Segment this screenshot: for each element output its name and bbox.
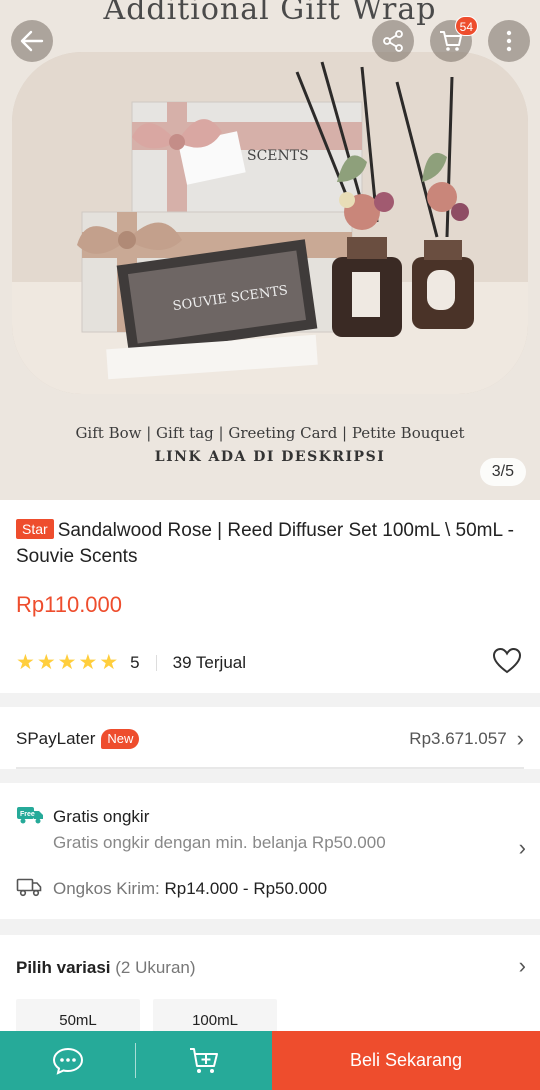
free-shipping-desc: Gratis ongkir dengan min. belanja Rp50.0… bbox=[53, 833, 386, 852]
sold-count: 39 Terjual bbox=[172, 652, 247, 672]
product-price: Rp110.000 bbox=[16, 592, 123, 617]
shipping-cost-value: Rp14.000 - Rp50.000 bbox=[164, 879, 328, 898]
share-button[interactable] bbox=[372, 20, 414, 62]
product-title-text: Sandalwood Rose | Reed Diffuser Set 100m… bbox=[16, 520, 514, 567]
cart-count-badge: 54 bbox=[454, 16, 478, 36]
product-page: Additional Gift Wrap SCENTS SOUVIE SCENT… bbox=[0, 0, 540, 1090]
cart-button[interactable]: 54 bbox=[430, 16, 478, 62]
paylater-row[interactable]: SPayLater New Rp3.671.057 › bbox=[16, 726, 524, 752]
star-icon: ★ bbox=[78, 651, 98, 674]
chevron-right-icon[interactable]: › bbox=[519, 953, 526, 979]
divider bbox=[135, 1043, 136, 1078]
product-info-card: Star Sandalwood Rose | Reed Diffuser Set … bbox=[0, 500, 540, 693]
favorite-heart-icon[interactable] bbox=[492, 647, 522, 675]
star-seller-badge: Star bbox=[16, 519, 54, 539]
star-icon: ★ bbox=[36, 651, 56, 674]
paylater-amount: Rp3.671.057 bbox=[409, 729, 507, 748]
paylater-card[interactable]: SPayLater New Rp3.671.057 › bbox=[0, 707, 540, 769]
share-icon bbox=[383, 30, 403, 52]
divider bbox=[16, 767, 524, 769]
product-image-carousel[interactable]: Additional Gift Wrap SCENTS SOUVIE SCENT… bbox=[0, 0, 540, 500]
box-label: SCENTS bbox=[247, 148, 309, 164]
rating-value: 5 bbox=[130, 652, 140, 672]
variant-header: Pilih variasi (2 Ukuran) bbox=[16, 958, 196, 978]
product-title: Star Sandalwood Rose | Reed Diffuser Set … bbox=[16, 518, 516, 570]
add-to-cart-icon bbox=[190, 1047, 218, 1073]
add-to-cart-button[interactable] bbox=[136, 1031, 272, 1090]
chevron-right-icon: › bbox=[518, 835, 526, 860]
chevron-right-icon: › bbox=[516, 726, 524, 751]
product-photo: SCENTS SOUVIE SCENTS bbox=[12, 52, 528, 394]
bottom-left-actions bbox=[0, 1031, 272, 1090]
shipping-cost-row: Ongkos Kirim: Rp14.000 - Rp50.000 bbox=[53, 879, 327, 899]
variant-count: (2 Ukuran) bbox=[115, 958, 196, 977]
back-arrow-icon bbox=[20, 30, 44, 52]
shipping-truck-icon bbox=[16, 878, 42, 897]
hero-caption: Gift Bow | Gift tag | Greeting Card | Pe… bbox=[75, 424, 465, 442]
star-icon: ★ bbox=[16, 651, 35, 674]
buy-now-button[interactable]: Beli Sekarang bbox=[272, 1031, 540, 1090]
free-shipping-truck-icon: Free bbox=[17, 807, 43, 824]
back-button[interactable] bbox=[11, 20, 53, 62]
star-icon: ★ bbox=[57, 651, 77, 674]
product-photo-illustration: SCENTS SOUVIE SCENTS bbox=[12, 52, 528, 394]
star-icon: ★ bbox=[99, 651, 119, 674]
free-icon-text: Free bbox=[20, 811, 35, 818]
variant-title: Pilih variasi bbox=[16, 958, 111, 977]
hero-caption-link: LINK ADA DI DESKRIPSI bbox=[154, 449, 386, 465]
bottom-action-bar: Beli Sekarang bbox=[0, 1031, 540, 1090]
shipping-card[interactable]: Free Gratis ongkir Gratis ongkir dengan … bbox=[0, 783, 540, 919]
more-options-button[interactable] bbox=[488, 20, 530, 62]
more-vertical-icon bbox=[506, 30, 512, 52]
new-badge: New bbox=[101, 729, 140, 749]
chat-icon bbox=[52, 1047, 84, 1075]
rating-stars: ★ ★ ★ ★ ★ bbox=[16, 650, 118, 675]
paylater-label: SPayLater bbox=[16, 729, 96, 748]
chat-button[interactable] bbox=[0, 1031, 136, 1090]
rating-row[interactable]: ★ ★ ★ ★ ★ 5 39 Terjual bbox=[16, 650, 246, 675]
free-shipping-label: Gratis ongkir bbox=[53, 807, 150, 826]
divider bbox=[155, 654, 157, 671]
shipping-cost-label: Ongkos Kirim: bbox=[53, 879, 160, 898]
image-counter: 3/5 bbox=[479, 458, 526, 486]
